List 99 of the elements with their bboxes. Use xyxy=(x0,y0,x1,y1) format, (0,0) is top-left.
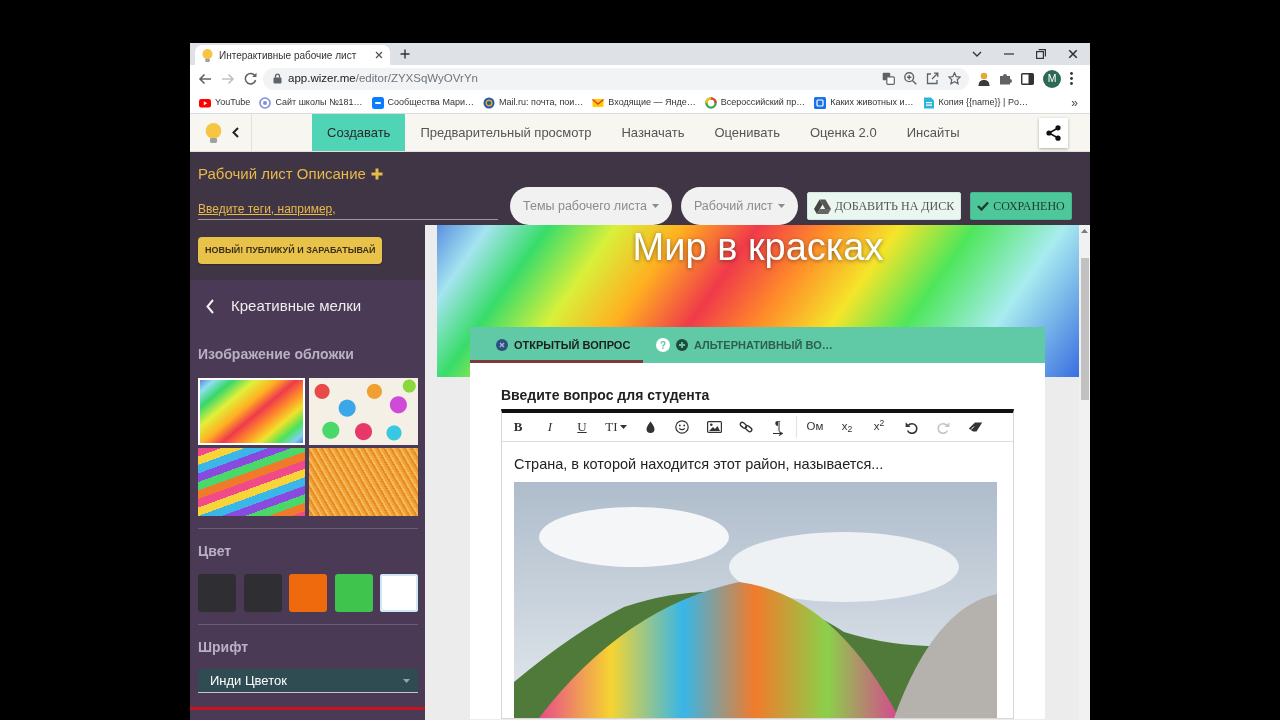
underline-button[interactable]: U xyxy=(566,413,598,441)
play-icon xyxy=(199,96,211,109)
color-swatch-icon[interactable] xyxy=(243,574,282,612)
cover-thumbnail[interactable] xyxy=(198,448,305,516)
caret-icon xyxy=(777,204,785,208)
cover-thumbnail[interactable] xyxy=(309,378,418,445)
bookmark-link[interactable]: Сайт школы №181… xyxy=(259,95,363,110)
nav-tab[interactable]: Оценка 2.0 xyxy=(794,114,892,151)
chevron-down-icon[interactable] xyxy=(972,51,982,57)
cover-thumbnail[interactable] xyxy=(309,448,418,516)
ring-icon xyxy=(704,96,717,109)
question-text: Страна, в которой находится этот район, называется... xyxy=(513,455,885,473)
theme-title: Креативные мелки xyxy=(231,295,362,316)
bookmark-link[interactable]: Сообщества Мари… xyxy=(371,95,474,110)
bookmark-link[interactable]: Копия {{name}} | Po… xyxy=(922,95,1028,110)
color-swatch-icon[interactable] xyxy=(380,574,418,612)
font-size-button[interactable]: TI xyxy=(598,413,634,441)
nav-tab[interactable]: Предварительный просмотр xyxy=(405,114,607,151)
plus-circle-icon xyxy=(676,339,688,351)
star-icon[interactable] xyxy=(948,72,961,85)
add-to-drive-button[interactable]: ДОБАВИТЬ НА ДИСК xyxy=(806,192,962,220)
restore-icon[interactable] xyxy=(1036,49,1046,59)
magnifier-plus-icon[interactable] xyxy=(904,72,917,85)
color-swatch-icon[interactable] xyxy=(198,574,236,612)
cover-title: Мир в красках xyxy=(632,225,884,269)
tile-icon xyxy=(814,96,827,109)
eraser-icon xyxy=(967,422,983,432)
italic-button[interactable]: I xyxy=(534,413,566,441)
special-characters-button[interactable]: Ом xyxy=(799,413,831,441)
triangle-icon xyxy=(813,198,831,214)
undo-icon xyxy=(904,420,918,434)
box-arrow-icon[interactable] xyxy=(926,72,939,85)
close-tab-icon[interactable] xyxy=(375,51,383,59)
section-heading: Изображение обложки xyxy=(198,345,355,363)
check-icon xyxy=(977,201,990,211)
nav-tab[interactable]: Создавать xyxy=(312,114,406,151)
cover-thumbnail[interactable] xyxy=(198,378,305,445)
address-bar[interactable]: app.wizer.me/editor/ZYXSqWyOVrYn xyxy=(263,67,969,90)
bookmark-link[interactable]: Mail.ru: почта, пои… xyxy=(483,95,584,110)
chevron-left-icon[interactable] xyxy=(232,127,239,138)
new-tab-icon[interactable] xyxy=(400,49,410,59)
nav-tab[interactable]: Оценивать xyxy=(699,114,795,151)
document-icon xyxy=(922,96,935,109)
saved-button[interactable]: СОХРАНЕНО xyxy=(970,192,1072,220)
paragraph-format-button[interactable]: ¶ xyxy=(762,413,794,441)
scrollbar-thumb[interactable] xyxy=(1080,258,1089,400)
share-button[interactable] xyxy=(1039,117,1068,148)
section-heading: Шрифт xyxy=(198,638,250,656)
promo-button[interactable]: НОВЫЙ! ПУБЛИКУЙ И ЗАРАБАТЫВАЙ xyxy=(198,237,383,265)
nav-tab[interactable]: Назначать xyxy=(606,114,700,151)
tile-icon xyxy=(371,96,384,109)
plus-icon[interactable] xyxy=(370,168,383,180)
person-icon[interactable] xyxy=(978,71,990,86)
color-swatch-icon[interactable] xyxy=(334,574,373,612)
bookmark-link[interactable]: Входящие — Янде… xyxy=(592,95,696,110)
tags-field[interactable]: Введите теги, например, xyxy=(198,200,498,220)
editor-field[interactable]: B I U TI ¶ Ом x$_{2}$ x$^{2}$ Страна, в которой находится этот район, называется... xyxy=(501,409,1014,719)
bookmark-link[interactable]: YouTube xyxy=(199,95,251,110)
more-bookmarks-button[interactable]: » xyxy=(1071,93,1078,112)
scrollbar[interactable] xyxy=(1079,225,1090,720)
nav-tab[interactable]: Инсайты xyxy=(891,114,975,151)
menu-icon[interactable] xyxy=(1070,72,1073,85)
superscript-button[interactable]: x$^{2}$ xyxy=(863,413,895,441)
browser-tab[interactable]: Интерактивные рабочие лист xyxy=(195,45,390,65)
worksheet-title[interactable]: Рабочий лист Описание xyxy=(198,162,366,186)
close-icon[interactable] xyxy=(1068,49,1078,59)
section-heading: Цвет xyxy=(198,542,233,560)
back-icon[interactable] xyxy=(198,72,212,85)
caret-icon xyxy=(403,678,410,683)
puzzle-icon[interactable] xyxy=(999,72,1012,85)
panel-icon[interactable] xyxy=(1021,72,1034,85)
envelope-icon xyxy=(592,96,605,109)
profile-avatar[interactable]: M xyxy=(1043,69,1061,88)
font-select[interactable]: Инди Цветок xyxy=(198,669,418,693)
url-text[interactable]: app.wizer.me/editor/ZYXSqWyOVrYn xyxy=(288,69,478,88)
circle-icon xyxy=(483,96,495,109)
link-icon xyxy=(739,420,753,434)
favicon-icon xyxy=(202,48,213,62)
smiley-icon xyxy=(675,420,689,434)
drop-icon xyxy=(645,421,655,433)
lock-icon[interactable] xyxy=(273,73,282,84)
question-tab[interactable]: ? АЛЬТЕРНАТИВНЫЙ ВО… xyxy=(643,327,833,363)
share-icon xyxy=(1046,124,1061,141)
overlapping-squares-icon[interactable] xyxy=(882,72,895,85)
redo-icon xyxy=(936,420,950,434)
dot-icon xyxy=(496,339,508,351)
color-swatch-icon[interactable] xyxy=(289,574,327,612)
caret-icon xyxy=(651,204,659,208)
subscript-button[interactable]: x$_{2}$ xyxy=(831,413,863,441)
reload-icon[interactable] xyxy=(244,72,257,85)
image-icon xyxy=(706,421,722,433)
ring-icon xyxy=(259,96,272,109)
arrow-icon xyxy=(773,430,783,436)
scroll-arrow-icon[interactable] xyxy=(1081,229,1088,233)
bookmark-link[interactable]: Каких животных и… xyxy=(814,95,914,110)
bold-button[interactable]: B xyxy=(502,413,534,441)
caret-icon xyxy=(619,425,627,429)
bookmark-link[interactable]: Всероссийский пр… xyxy=(704,95,806,110)
prompt-label: Введите вопрос для студента xyxy=(501,387,711,403)
